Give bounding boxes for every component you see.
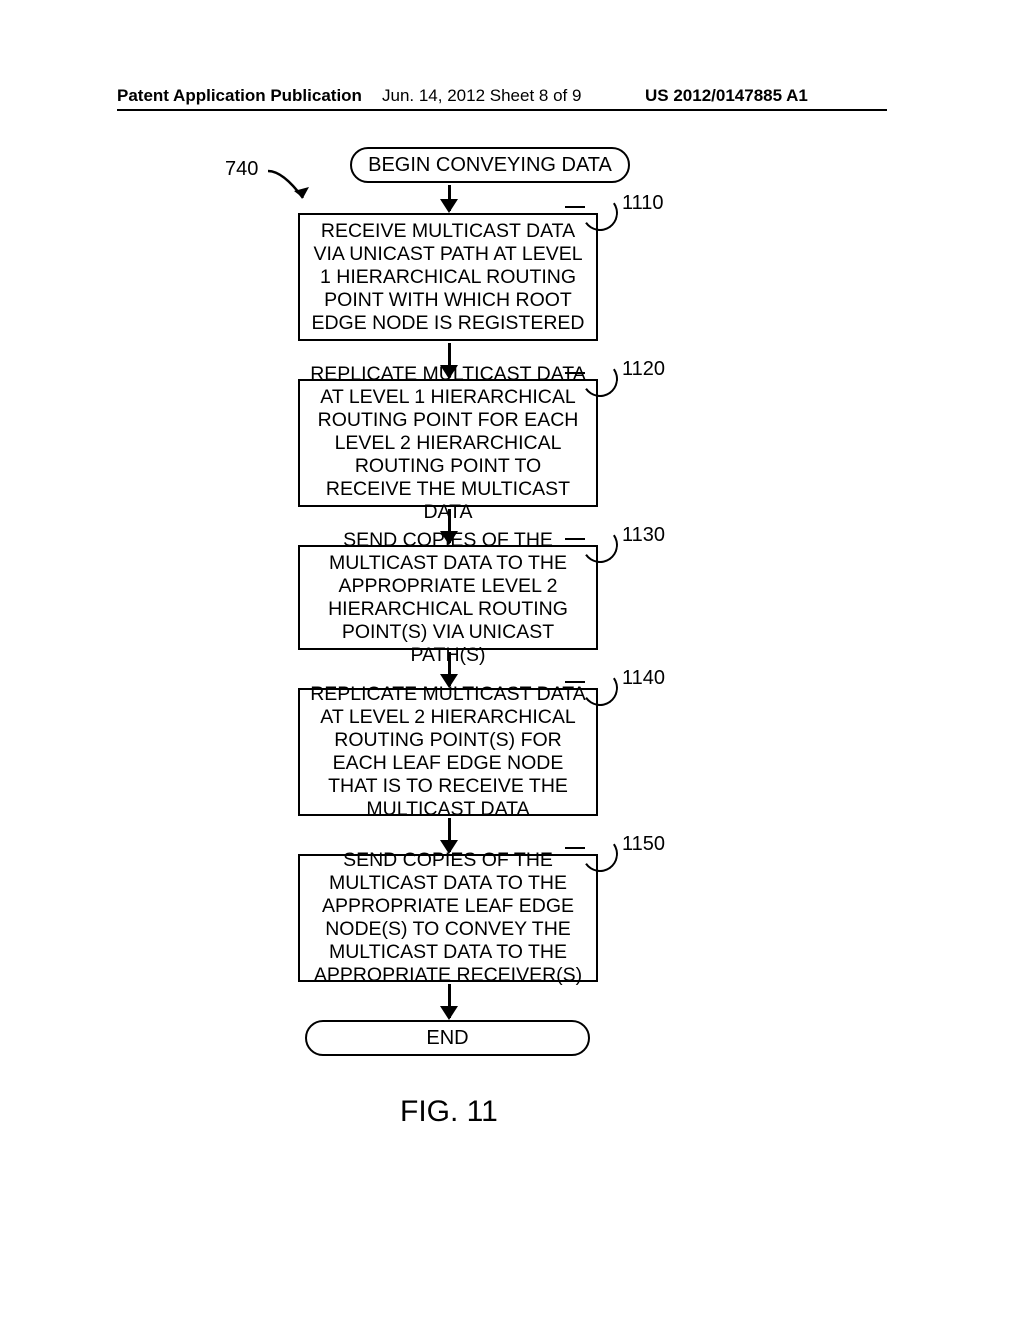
process-1110-text: RECEIVE MULTICAST DATA VIA UNICAST PATH … bbox=[310, 220, 586, 335]
header-publication: Patent Application Publication bbox=[117, 86, 362, 106]
header-pub-number: US 2012/0147885 A1 bbox=[645, 86, 808, 106]
ref-1150: 1150 bbox=[622, 833, 665, 856]
header-date-sheet: Jun. 14, 2012 Sheet 8 of 9 bbox=[382, 86, 581, 106]
process-1110: RECEIVE MULTICAST DATA VIA UNICAST PATH … bbox=[298, 213, 598, 341]
arrow-1130-to-1140 bbox=[448, 652, 451, 686]
process-1150-text: SEND COPIES OF THE MULTICAST DATA TO THE… bbox=[310, 849, 586, 987]
terminal-end-text: END bbox=[426, 1027, 468, 1050]
terminal-begin-text: BEGIN CONVEYING DATA bbox=[368, 154, 612, 177]
ref-1120: 1120 bbox=[622, 358, 665, 381]
arrow-1150-to-end bbox=[448, 984, 451, 1018]
process-1130: SEND COPIES OF THE MULTICAST DATA TO THE… bbox=[298, 545, 598, 650]
process-1130-text: SEND COPIES OF THE MULTICAST DATA TO THE… bbox=[310, 529, 586, 667]
terminal-end: END bbox=[305, 1020, 590, 1056]
ref-740-pointer bbox=[263, 163, 323, 213]
arrow-begin-to-1110 bbox=[448, 185, 451, 211]
process-1120: REPLICATE MULTICAST DATA AT LEVEL 1 HIER… bbox=[298, 379, 598, 507]
ref-1110-line bbox=[565, 206, 585, 208]
ref-1110: 1110 bbox=[622, 192, 664, 215]
ref-740: 740 bbox=[225, 158, 258, 181]
process-1140: REPLICATE MULTICAST DATA AT LEVEL 2 HIER… bbox=[298, 688, 598, 816]
ref-1140: 1140 bbox=[622, 667, 665, 690]
process-1140-text: REPLICATE MULTICAST DATA AT LEVEL 2 HIER… bbox=[310, 683, 586, 821]
process-1120-text: REPLICATE MULTICAST DATA AT LEVEL 1 HIER… bbox=[310, 363, 586, 524]
header-rule bbox=[117, 109, 887, 111]
arrow-1140-to-1150 bbox=[448, 818, 451, 852]
process-1150: SEND COPIES OF THE MULTICAST DATA TO THE… bbox=[298, 854, 598, 982]
figure-label: FIG. 11 bbox=[400, 1095, 498, 1129]
terminal-begin: BEGIN CONVEYING DATA bbox=[350, 147, 630, 183]
ref-1130: 1130 bbox=[622, 524, 665, 547]
